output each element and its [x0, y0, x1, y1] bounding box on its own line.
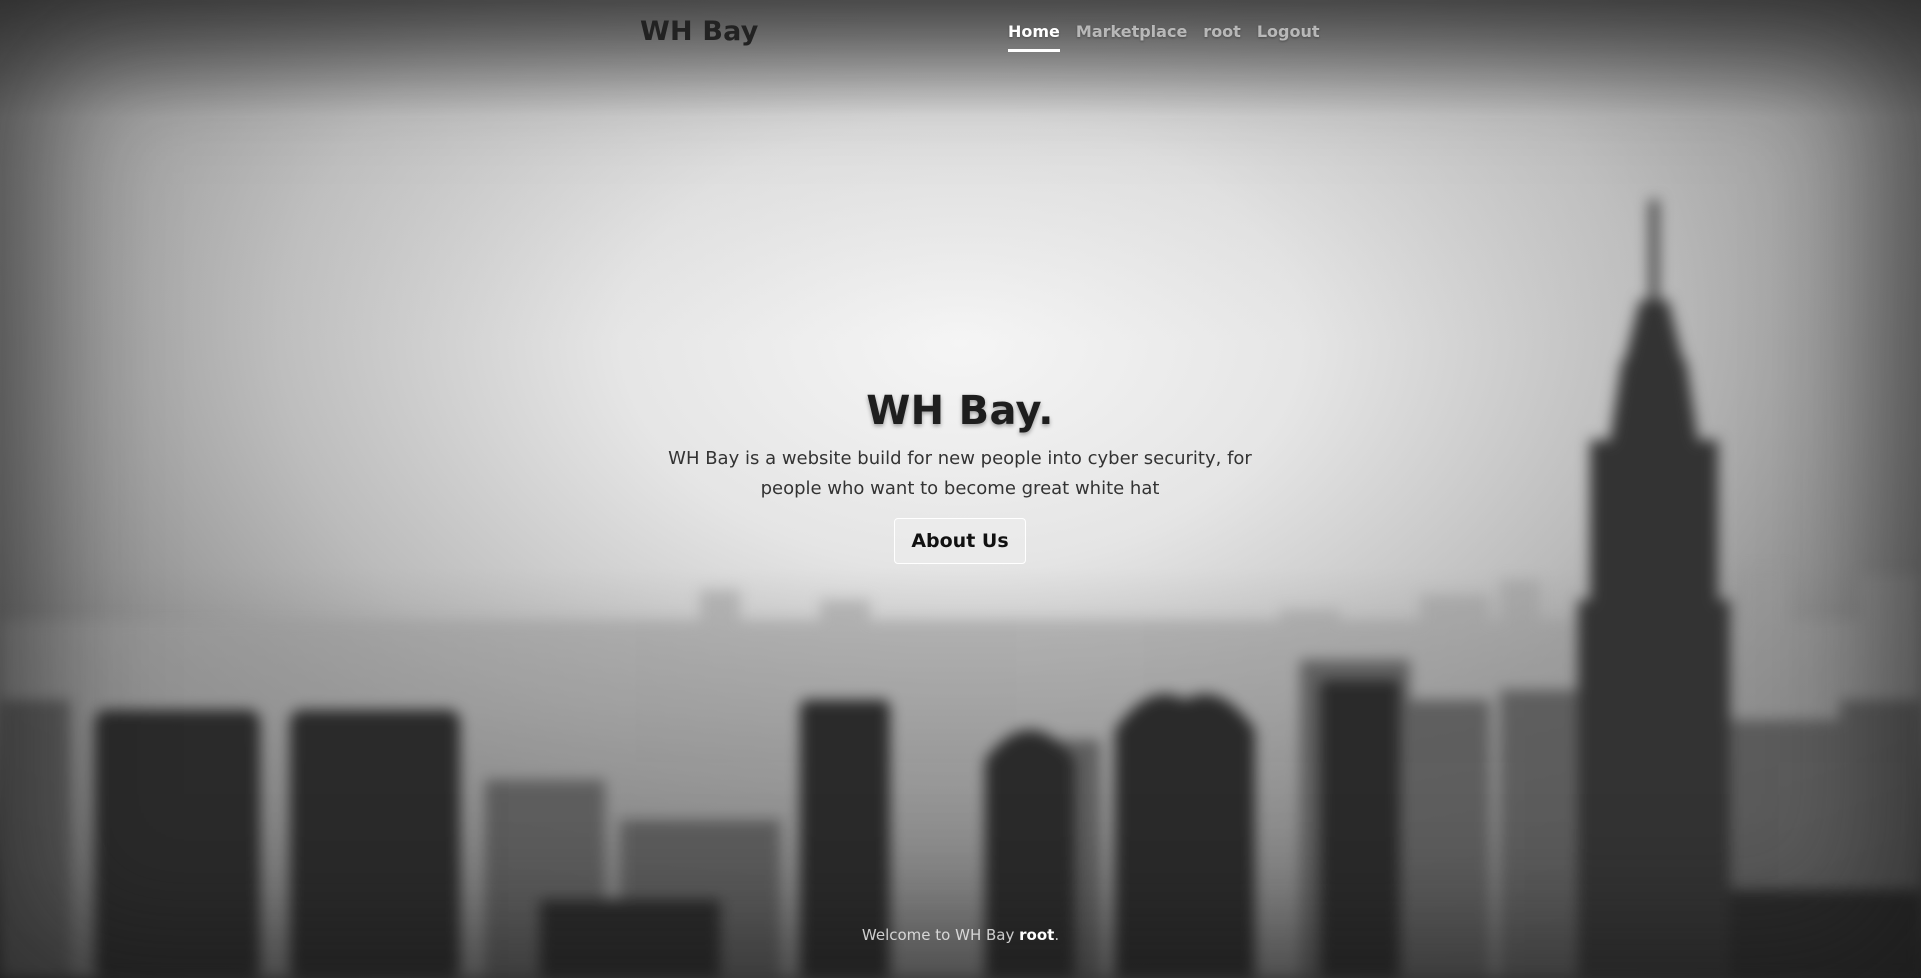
hero-title: WH Bay.	[866, 388, 1054, 434]
site-header: WH Bay Home Marketplace root Logout	[0, 0, 1921, 70]
footer-username: root	[1019, 926, 1055, 944]
hero-description: WH Bay is a website build for new people…	[668, 448, 1252, 499]
main-nav: Home Marketplace root Logout	[1008, 22, 1320, 52]
footer-welcome-text: Welcome to WH Bay	[861, 926, 1020, 944]
brand-logo[interactable]: WH Bay	[640, 16, 759, 47]
nav-logout[interactable]: Logout	[1257, 22, 1320, 52]
nav-user-root[interactable]: root	[1203, 22, 1241, 52]
nav-home[interactable]: Home	[1008, 22, 1060, 52]
about-us-button[interactable]: About Us	[894, 518, 1026, 564]
nav-marketplace[interactable]: Marketplace	[1076, 22, 1187, 52]
footer-period: .	[1054, 926, 1060, 944]
hero-section: WH Bay. WH Bay is a website build for ne…	[560, 388, 1360, 564]
footer: Welcome to WH Bay root.	[0, 926, 1921, 944]
